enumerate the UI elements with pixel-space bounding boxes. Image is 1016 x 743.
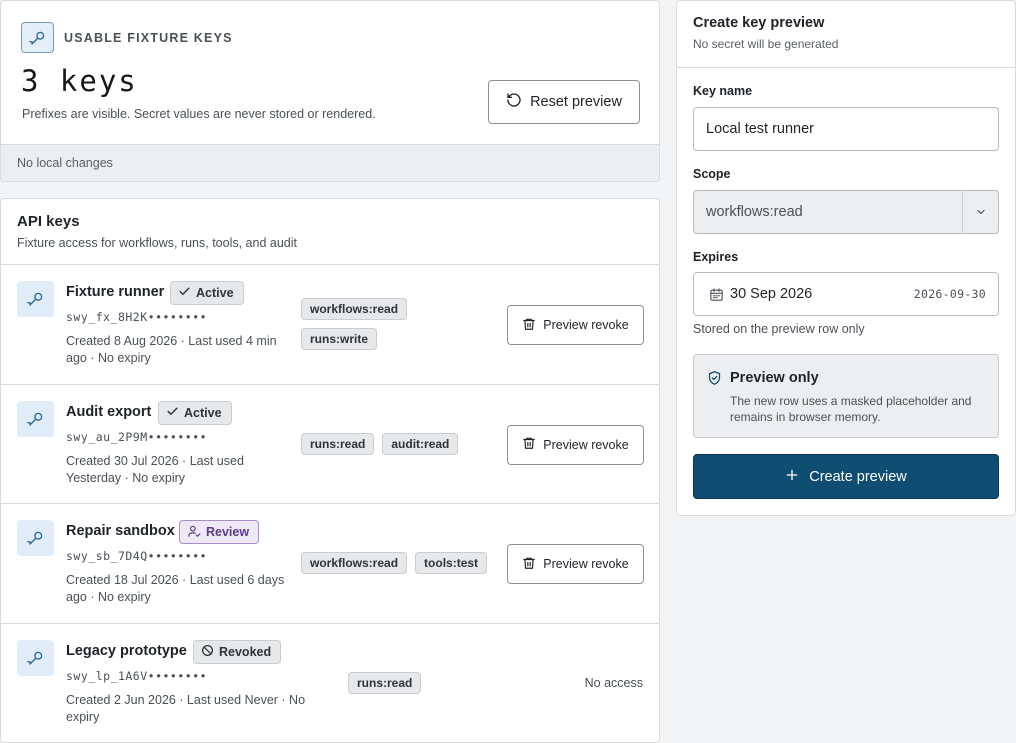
preview-revoke-button[interactable]: Preview revoke [507, 305, 644, 345]
key-row-legacy-prototype: Legacy prototype Revoked swy_lp_1A6V••••… [1, 624, 659, 743]
expires-date-field[interactable]: 30 Sep 2026 2026-09-30 [693, 272, 999, 316]
expires-hint: Stored on the preview row only [693, 322, 865, 336]
scope-tag: tools:test [415, 552, 488, 574]
create-preview-label: Create preview [809, 468, 907, 485]
key-meta: Created 2 Jun 2026 · Last used Never · N… [66, 692, 306, 724]
summary-status: No local changes [1, 144, 659, 181]
scope-label: Scope [693, 167, 731, 181]
reset-icon [506, 92, 522, 112]
trash-icon [522, 436, 536, 453]
check-icon [166, 405, 179, 421]
notice-text: The new row uses a masked placeholder an… [730, 394, 972, 424]
status-label: Revoked [219, 644, 272, 659]
user-review-icon [187, 524, 201, 541]
revoke-label: Preview revoke [543, 557, 629, 571]
key-prefix: swy_au_2P9M•••••••• [66, 429, 208, 444]
key-name: Audit export [66, 403, 152, 420]
key-prefix: swy_sb_7D4Q•••••••• [66, 549, 208, 563]
key-meta: Created 8 Aug 2026 · Last used 4 min ago… [66, 334, 277, 365]
preview-revoke-button[interactable]: Preview revoke [507, 544, 644, 584]
scope-tag: runs:write [301, 328, 378, 350]
key-name-field[interactable] [693, 107, 999, 151]
scope-value: workflows:read [706, 204, 803, 220]
panel-subtitle: Fixture access for workflows, runs, tool… [17, 236, 297, 250]
status-label: Active [196, 286, 234, 300]
key-icon [17, 400, 54, 437]
scope-tag: audit:read [382, 432, 459, 455]
create-title: Create key preview [693, 15, 825, 31]
scope-list: runs:read [348, 671, 543, 694]
create-preview-button[interactable]: Create preview [693, 454, 999, 499]
status-badge: Review [179, 520, 260, 544]
status-badge: Active [158, 400, 232, 425]
key-meta: Created 30 Jul 2026 · Last used Yesterda… [66, 453, 244, 485]
check-icon [178, 285, 191, 301]
api-keys-panel: API keys Fixture access for workflows, r… [0, 198, 660, 743]
status-label: Review [206, 525, 250, 539]
reset-preview-button[interactable]: Reset preview [488, 80, 640, 124]
summary-description: Prefixes are visible. Secret values are … [22, 107, 376, 121]
scope-tag: workflows:read [301, 552, 408, 574]
key-name: Repair sandbox [66, 523, 175, 539]
ban-icon [201, 644, 214, 660]
trash-icon [522, 556, 536, 573]
status-badge: Active [170, 281, 244, 305]
scope-list: workflows:read tools:test [301, 552, 501, 574]
summary-label: USABLE FIXTURE KEYS [64, 31, 233, 45]
expires-date-iso: 2026-09-30 [913, 287, 986, 301]
key-prefix: swy_fx_8H2K•••••••• [66, 310, 208, 324]
scope-list: workflows:read runs:write [301, 298, 431, 350]
create-key-panel: Create key preview No secret will be gen… [676, 0, 1016, 516]
preview-notice: Preview only The new row uses a masked p… [693, 354, 999, 438]
calendar-icon [694, 287, 730, 302]
key-name: Fixture runner [66, 284, 165, 300]
scope-tag: runs:read [348, 671, 422, 694]
key-row-fixture-runner: Fixture runner Active swy_fx_8H2K•••••••… [1, 265, 659, 385]
no-access-text: No access [584, 675, 643, 690]
key-icon [21, 22, 54, 53]
shield-check-icon [707, 370, 722, 391]
scope-list: runs:read audit:read [301, 432, 496, 455]
key-name-input[interactable] [694, 121, 998, 137]
scope-tag: workflows:read [301, 298, 408, 320]
key-prefix: swy_lp_1A6V•••••••• [66, 668, 208, 683]
key-row-repair-sandbox: Repair sandbox Review swy_sb_7D4Q•••••••… [1, 504, 659, 624]
key-icon [17, 639, 54, 676]
revoke-label: Preview revoke [543, 318, 629, 332]
plus-icon [785, 468, 799, 486]
key-name: Legacy prototype [66, 642, 187, 659]
key-name-label: Key name [693, 84, 753, 98]
chevron-down-icon[interactable] [962, 191, 998, 233]
notice-title: Preview only [730, 370, 819, 386]
expires-date-display: 30 Sep 2026 [730, 286, 813, 302]
key-row-audit-export: Audit export Active swy_au_2P9M•••••••• … [1, 385, 659, 504]
reset-preview-label: Reset preview [530, 94, 622, 110]
key-icon [17, 520, 54, 556]
key-meta: Created 18 Jul 2026 · Last used 6 days a… [66, 573, 285, 604]
key-count: 3 keys [21, 64, 138, 98]
trash-icon [522, 317, 536, 334]
scope-tag: runs:read [301, 432, 375, 455]
preview-revoke-button[interactable]: Preview revoke [507, 424, 644, 465]
create-subtitle: No secret will be generated [693, 37, 839, 51]
status-label: Active [184, 405, 222, 420]
panel-title: API keys [17, 213, 80, 230]
expires-label: Expires [693, 250, 739, 264]
key-icon [17, 281, 54, 317]
summary-card: USABLE FIXTURE KEYS 3 keys Prefixes are … [0, 0, 660, 182]
scope-select[interactable]: workflows:read [693, 190, 999, 234]
revoke-label: Preview revoke [543, 437, 629, 452]
status-badge: Revoked [193, 639, 282, 664]
